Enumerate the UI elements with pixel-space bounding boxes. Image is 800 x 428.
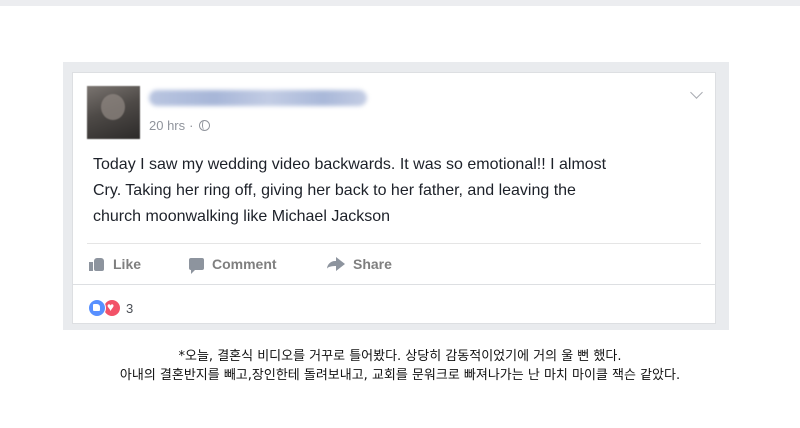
reactions-summary[interactable]: 3	[88, 298, 133, 318]
like-button[interactable]: Like	[89, 256, 189, 272]
author-name-blurred[interactable]	[149, 90, 367, 106]
korean-caption: *오늘, 결혼식 비디오를 거꾸로 틀어봤다. 상당히 감동적이었기에 거의 울…	[0, 347, 800, 385]
globe-icon	[199, 119, 211, 131]
chevron-down-icon[interactable]	[690, 86, 703, 99]
reaction-count: 3	[126, 300, 134, 316]
like-reaction-icon	[88, 299, 106, 317]
share-label: Share	[353, 256, 392, 272]
post-meta: 20 hrs ·	[149, 117, 211, 133]
meta-separator: ·	[189, 117, 194, 133]
post-timestamp[interactable]: 20 hrs	[149, 118, 185, 133]
facebook-post-card: 20 hrs · Today I saw my wedding video ba…	[72, 72, 716, 324]
comment-button[interactable]: Comment	[189, 256, 327, 274]
share-icon	[327, 257, 345, 271]
share-button[interactable]: Share	[327, 256, 392, 272]
post-text: Today I saw my wedding video backwards. …	[93, 156, 607, 225]
like-label: Like	[113, 256, 142, 272]
like-icon	[89, 257, 105, 271]
actions-divider-bottom	[73, 284, 715, 285]
comment-label: Comment	[212, 256, 277, 272]
caption-line-1: *오늘, 결혼식 비디오를 거꾸로 틀어봤다. 상당히 감동적이었기에 거의 울…	[178, 349, 622, 364]
top-strip	[0, 0, 800, 6]
actions-divider-top	[87, 243, 701, 244]
caption-line-2: 아내의 결혼반지를 빼고,장인한테 돌려보내고, 교회를 문워크로 빠져나가는 …	[119, 368, 681, 383]
avatar[interactable]	[87, 86, 140, 139]
comment-icon	[189, 258, 204, 274]
post-actions: Like Comment Share	[89, 253, 392, 275]
